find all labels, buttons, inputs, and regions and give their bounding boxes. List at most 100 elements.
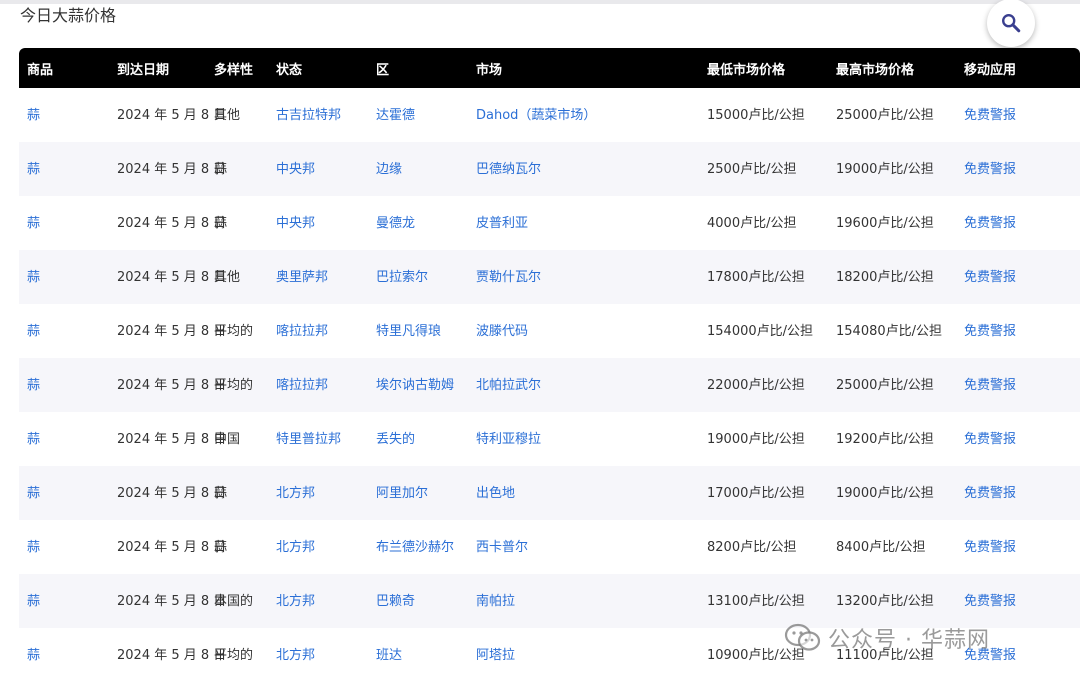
cell-commodity[interactable]: 蒜 — [19, 466, 109, 520]
cell-market-text[interactable]: 皮普利亚 — [476, 216, 528, 231]
cell-state[interactable]: 北方邦 — [268, 520, 368, 574]
cell-commodity[interactable]: 蒜 — [19, 142, 109, 196]
cell-market-text[interactable]: 波滕代码 — [476, 324, 528, 339]
cell-commodity[interactable]: 蒜 — [19, 196, 109, 250]
cell-free-alert-link-text[interactable]: 免费警报 — [964, 162, 1016, 177]
cell-state[interactable]: 北方邦 — [268, 628, 368, 682]
cell-district-text[interactable]: 阿里加尔 — [376, 486, 428, 501]
cell-commodity-text[interactable]: 蒜 — [27, 324, 40, 339]
column-header-variety[interactable]: 多样性 — [206, 48, 268, 88]
cell-state[interactable]: 特里普拉邦 — [268, 412, 368, 466]
cell-free-alert-link[interactable]: 免费警报 — [956, 196, 1080, 250]
cell-commodity[interactable]: 蒜 — [19, 250, 109, 304]
cell-market-text[interactable]: 巴德纳瓦尔 — [476, 162, 541, 177]
cell-commodity-text[interactable]: 蒜 — [27, 216, 40, 231]
cell-state[interactable]: 北方邦 — [268, 574, 368, 628]
cell-commodity[interactable]: 蒜 — [19, 520, 109, 574]
cell-market[interactable]: 皮普利亚 — [468, 196, 699, 250]
cell-district-text[interactable]: 巴赖奇 — [376, 594, 415, 609]
cell-commodity-text[interactable]: 蒜 — [27, 432, 40, 447]
cell-state[interactable]: 中央邦 — [268, 196, 368, 250]
cell-free-alert-link[interactable]: 免费警报 — [956, 466, 1080, 520]
column-header-state[interactable]: 状态 — [268, 48, 368, 88]
cell-state-text[interactable]: 特里普拉邦 — [276, 432, 341, 447]
cell-state[interactable]: 中央邦 — [268, 142, 368, 196]
cell-free-alert-link[interactable]: 免费警报 — [956, 250, 1080, 304]
cell-state-text[interactable]: 奥里萨邦 — [276, 270, 328, 285]
cell-market-text[interactable]: 贾勒什瓦尔 — [476, 270, 541, 285]
cell-market-text[interactable]: 阿塔拉 — [476, 648, 515, 663]
cell-market-text[interactable]: Dahod（蔬菜市场） — [476, 108, 596, 123]
cell-free-alert-link-text[interactable]: 免费警报 — [964, 594, 1016, 609]
cell-district[interactable]: 阿里加尔 — [368, 466, 468, 520]
cell-district-text[interactable]: 丢失的 — [376, 432, 415, 447]
column-header-min-price[interactable]: 最低市场价格 — [699, 48, 828, 88]
cell-district[interactable]: 布兰德沙赫尔 — [368, 520, 468, 574]
cell-market-text[interactable]: 特利亚穆拉 — [476, 432, 541, 447]
column-header-arrival-date[interactable]: 到达日期 — [109, 48, 206, 88]
cell-market[interactable]: 巴德纳瓦尔 — [468, 142, 699, 196]
cell-free-alert-link-text[interactable]: 免费警报 — [964, 108, 1016, 123]
cell-district-text[interactable]: 布兰德沙赫尔 — [376, 540, 454, 555]
cell-free-alert-link-text[interactable]: 免费警报 — [964, 432, 1016, 447]
column-header-mobile-app[interactable]: 移动应用 — [956, 48, 1080, 88]
cell-commodity[interactable]: 蒜 — [19, 358, 109, 412]
cell-free-alert-link[interactable]: 免费警报 — [956, 574, 1080, 628]
cell-state[interactable]: 喀拉拉邦 — [268, 358, 368, 412]
column-header-commodity[interactable]: 商品 — [19, 48, 109, 88]
cell-free-alert-link-text[interactable]: 免费警报 — [964, 216, 1016, 231]
cell-district[interactable]: 达霍德 — [368, 88, 468, 142]
cell-commodity[interactable]: 蒜 — [19, 412, 109, 466]
cell-market[interactable]: 西卡普尔 — [468, 520, 699, 574]
cell-market[interactable]: 贾勒什瓦尔 — [468, 250, 699, 304]
cell-state-text[interactable]: 中央邦 — [276, 216, 315, 231]
cell-free-alert-link-text[interactable]: 免费警报 — [964, 648, 1016, 663]
cell-market-text[interactable]: 出色地 — [476, 486, 515, 501]
cell-state-text[interactable]: 喀拉拉邦 — [276, 378, 328, 393]
cell-market[interactable]: 北帕拉武尔 — [468, 358, 699, 412]
cell-district[interactable]: 特里凡得琅 — [368, 304, 468, 358]
cell-market[interactable]: 特利亚穆拉 — [468, 412, 699, 466]
cell-commodity[interactable]: 蒜 — [19, 304, 109, 358]
column-header-max-price[interactable]: 最高市场价格 — [828, 48, 956, 88]
cell-free-alert-link-text[interactable]: 免费警报 — [964, 324, 1016, 339]
cell-state[interactable]: 奥里萨邦 — [268, 250, 368, 304]
cell-commodity-text[interactable]: 蒜 — [27, 648, 40, 663]
cell-free-alert-link[interactable]: 免费警报 — [956, 304, 1080, 358]
cell-market-text[interactable]: 南帕拉 — [476, 594, 515, 609]
cell-district-text[interactable]: 埃尔讷古勒姆 — [376, 378, 454, 393]
cell-district[interactable]: 边缘 — [368, 142, 468, 196]
cell-commodity[interactable]: 蒜 — [19, 574, 109, 628]
cell-free-alert-link-text[interactable]: 免费警报 — [964, 486, 1016, 501]
cell-district[interactable]: 曼德龙 — [368, 196, 468, 250]
cell-commodity-text[interactable]: 蒜 — [27, 486, 40, 501]
cell-free-alert-link[interactable]: 免费警报 — [956, 358, 1080, 412]
cell-commodity-text[interactable]: 蒜 — [27, 594, 40, 609]
cell-district-text[interactable]: 达霍德 — [376, 108, 415, 123]
cell-state-text[interactable]: 喀拉拉邦 — [276, 324, 328, 339]
cell-free-alert-link[interactable]: 免费警报 — [956, 520, 1080, 574]
column-header-market[interactable]: 市场 — [468, 48, 699, 88]
cell-district[interactable]: 巴赖奇 — [368, 574, 468, 628]
cell-commodity-text[interactable]: 蒜 — [27, 162, 40, 177]
cell-market[interactable]: 波滕代码 — [468, 304, 699, 358]
cell-free-alert-link[interactable]: 免费警报 — [956, 628, 1080, 682]
cell-market-text[interactable]: 西卡普尔 — [476, 540, 528, 555]
cell-state[interactable]: 古吉拉特邦 — [268, 88, 368, 142]
cell-free-alert-link[interactable]: 免费警报 — [956, 412, 1080, 466]
cell-district[interactable]: 巴拉索尔 — [368, 250, 468, 304]
cell-district[interactable]: 班达 — [368, 628, 468, 682]
cell-free-alert-link-text[interactable]: 免费警报 — [964, 378, 1016, 393]
cell-market[interactable]: 出色地 — [468, 466, 699, 520]
cell-commodity[interactable]: 蒜 — [19, 88, 109, 142]
cell-market-text[interactable]: 北帕拉武尔 — [476, 378, 541, 393]
column-header-district[interactable]: 区 — [368, 48, 468, 88]
cell-district-text[interactable]: 曼德龙 — [376, 216, 415, 231]
cell-state-text[interactable]: 北方邦 — [276, 594, 315, 609]
search-button[interactable] — [987, 0, 1035, 47]
cell-market[interactable]: Dahod（蔬菜市场） — [468, 88, 699, 142]
cell-free-alert-link[interactable]: 免费警报 — [956, 88, 1080, 142]
cell-state-text[interactable]: 古吉拉特邦 — [276, 108, 341, 123]
cell-commodity-text[interactable]: 蒜 — [27, 270, 40, 285]
cell-state-text[interactable]: 北方邦 — [276, 486, 315, 501]
